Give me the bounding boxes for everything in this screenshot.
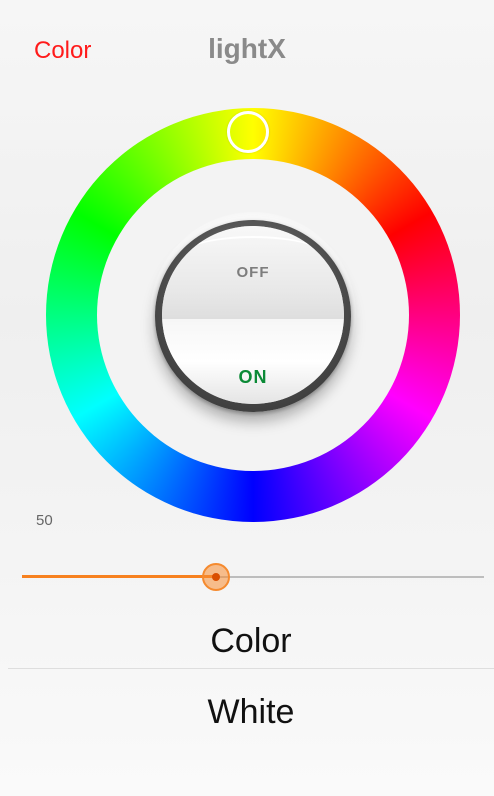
off-label: OFF (236, 264, 270, 281)
app-title: lightX (208, 33, 286, 64)
mode-white-option[interactable]: White (8, 684, 494, 740)
slider-thumb-dot (212, 573, 220, 581)
on-label: ON (238, 367, 268, 387)
brightness-slider[interactable] (22, 562, 484, 592)
mode-divider (8, 668, 494, 669)
top-bar: Color lightX (0, 0, 494, 84)
color-wheel-handle[interactable] (227, 111, 269, 153)
slider-fill (22, 575, 216, 578)
switch-on-half[interactable] (162, 318, 344, 404)
slider-thumb[interactable] (202, 563, 230, 591)
brightness-value: 50 (36, 512, 53, 529)
mode-color-option[interactable]: Color (8, 614, 494, 668)
power-switch-face[interactable]: OFF ON (162, 226, 344, 404)
power-switch[interactable]: OFF ON (155, 220, 351, 412)
